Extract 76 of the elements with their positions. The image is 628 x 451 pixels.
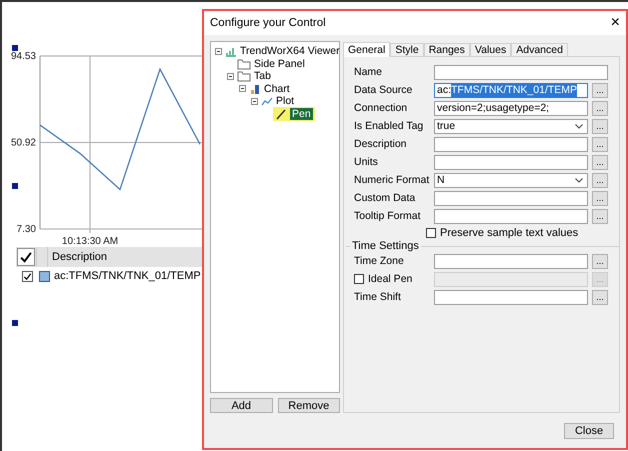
field-label: Description [354,138,408,150]
browse-button[interactable]: ... [592,190,608,206]
field-label: Tooltip Format [354,210,422,222]
close-button[interactable]: × [610,14,620,32]
tree-action-button[interactable]: Remove [278,398,340,413]
browse-button[interactable]: ... [592,208,608,224]
collapse-toggle[interactable] [239,85,246,92]
browse-button[interactable]: ... [592,82,608,98]
input-field[interactable] [434,190,588,206]
input-field[interactable] [434,64,608,80]
dropdown-field[interactable]: true [434,118,588,134]
resize-handle[interactable] [12,183,18,189]
input-field[interactable]: ac:TFMS/TNK/TNK_01/TEMP [434,82,588,98]
tree-item[interactable]: Chart [264,82,290,95]
resize-handle[interactable] [12,45,18,51]
browse-button[interactable]: ... [592,100,608,116]
input-field[interactable] [434,290,588,304]
browse-button[interactable]: ... [592,172,608,188]
checkbox[interactable] [426,228,436,238]
tab[interactable]: Advanced [511,43,568,56]
tab[interactable]: Style [390,43,424,56]
dialog-title: Configure your Control [210,17,326,29]
tree-item[interactable]: Pen [290,108,313,120]
tab[interactable]: General [343,42,390,57]
pen-icon [275,108,287,120]
input-field[interactable] [434,208,588,224]
browse-button[interactable]: ... [592,290,608,304]
group-title: Time Settings [350,240,421,252]
tree-action-button[interactable]: Add [210,398,272,413]
axis-label: 50.92 [10,138,36,148]
collapse-toggle[interactable] [227,72,234,80]
checkbox-label: Ideal Pen [368,273,412,285]
pen-description: ac:TFMS/TNK/TNK_01/TEMP [54,270,201,282]
tree-item[interactable]: Tab [254,70,271,82]
field-label: Name [354,66,384,78]
header-cell [36,247,48,267]
collapse-toggle[interactable] [251,98,258,105]
field-label: Units [354,156,379,168]
browse-button[interactable]: ... [592,118,608,134]
axis-label: 10:13:30 AM [62,236,118,247]
tab[interactable]: Values [470,43,512,56]
chevron-down-icon [575,178,583,182]
field-label: Time Shift [354,291,402,303]
folder-icon [237,70,251,82]
browse-button[interactable]: ... [592,154,608,170]
input-field[interactable] [434,254,588,268]
axis-label: 7.30 [16,224,36,235]
tree-item[interactable]: TrendWorX64 Viewer [240,45,340,58]
bars-icon [225,45,237,58]
row-checkbox[interactable] [22,270,33,282]
browse-button[interactable]: ... [592,136,608,152]
field-label: Custom Data [354,192,416,204]
resize-handle[interactable] [12,320,18,326]
header-checkbox[interactable] [17,248,35,266]
tree-item[interactable]: Plot [276,95,294,108]
close-button[interactable]: Close [564,422,614,438]
input-field[interactable] [434,154,588,170]
tree-item[interactable]: Side Panel [254,58,305,70]
chevron-down-icon [575,124,583,128]
input-field[interactable] [434,136,588,152]
axis-label: 94.53 [10,51,36,62]
tab[interactable]: Ranges [424,43,470,56]
folder-icon [237,58,251,70]
collapse-toggle[interactable] [215,48,222,55]
dropdown-field[interactable]: N [434,172,588,188]
field-label: Time Zone [354,255,405,267]
field-label: Is Enabled Tag [354,120,424,132]
field-label: Numeric Format [354,174,430,186]
checkbox-label: Preserve sample text values [440,227,578,239]
bar-chart-icon [249,82,261,95]
field-label: Data Source [354,84,414,96]
line-chart-icon [261,95,273,108]
pen-color-swatch [39,270,50,282]
field-label: Connection [354,102,408,114]
input-field[interactable]: version=2;usagetype=2; [434,100,588,116]
browse-button[interactable]: ... [592,254,608,268]
